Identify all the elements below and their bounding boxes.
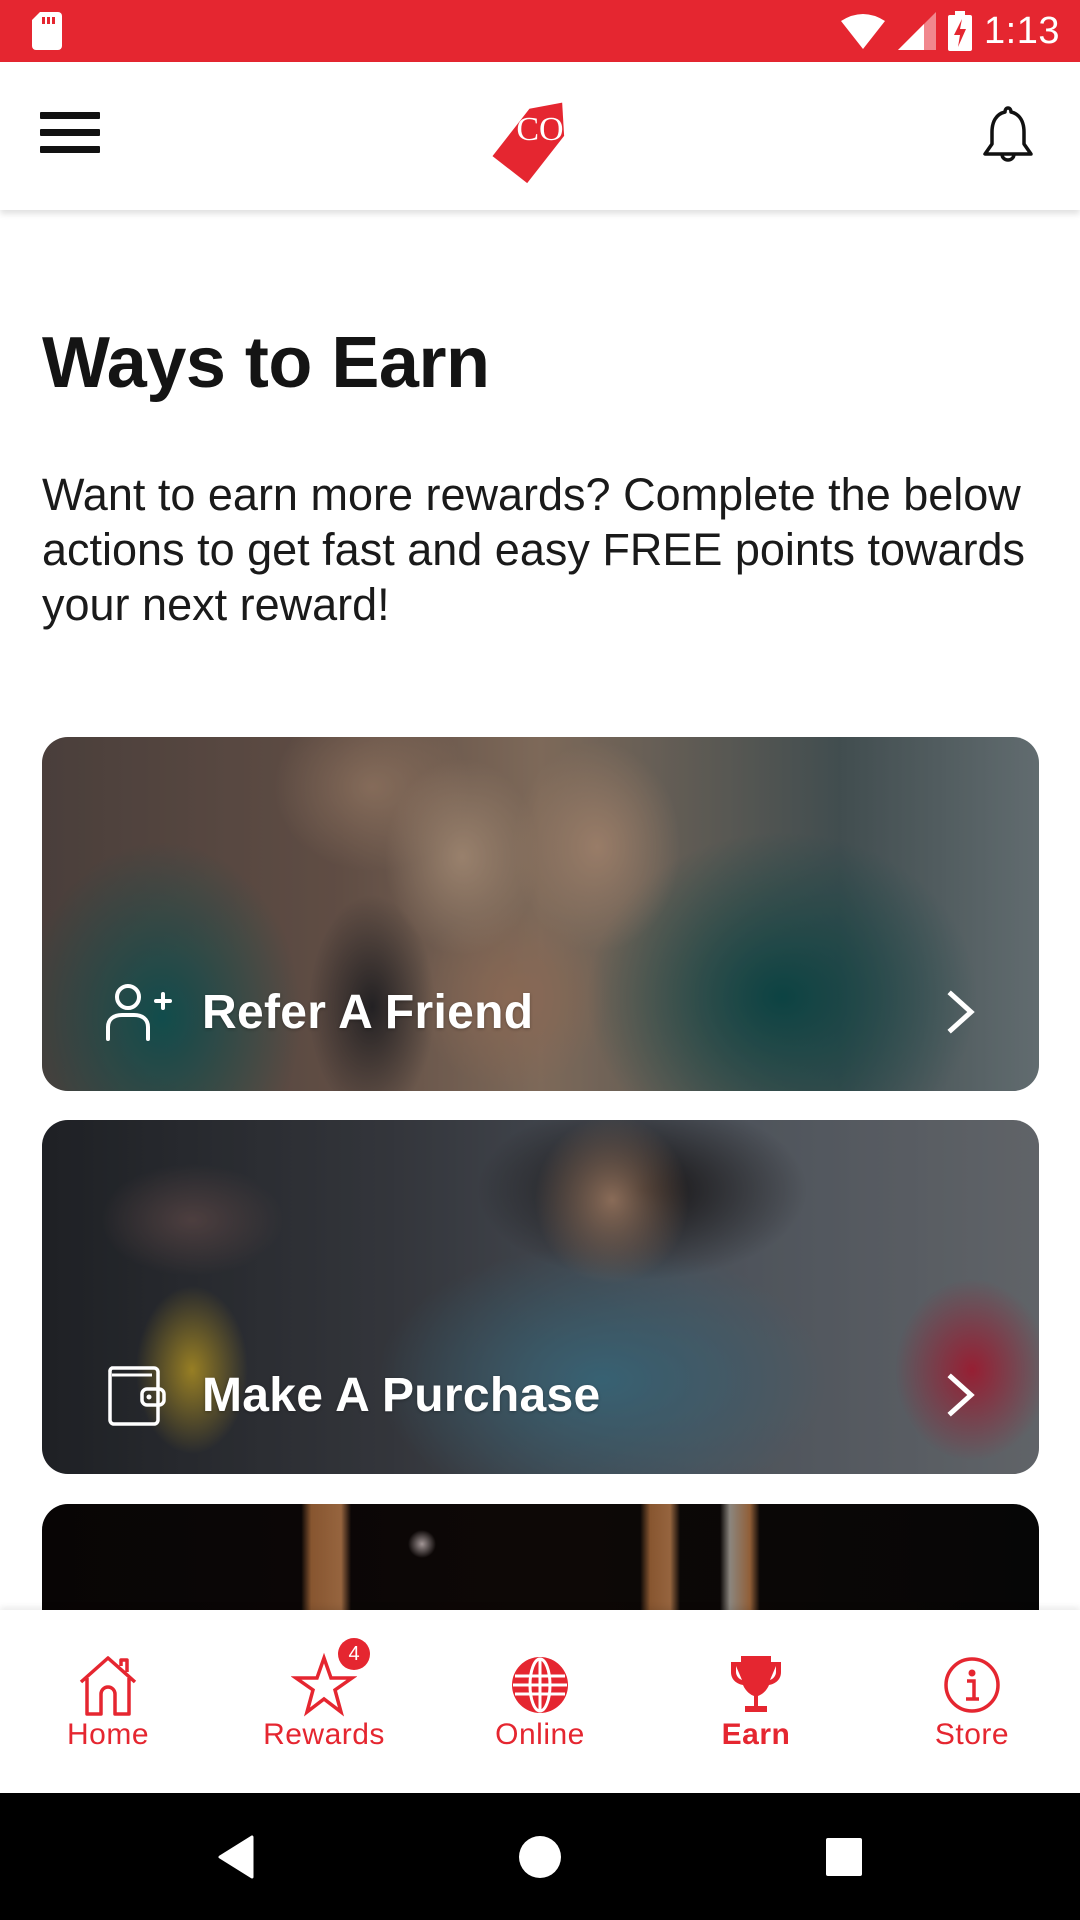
nav-label: Rewards (263, 1718, 385, 1751)
nav-rewards[interactable]: 4 Rewards (216, 1610, 432, 1793)
app-header: CO (0, 62, 1080, 210)
nav-label: Home (66, 1718, 150, 1751)
bell-icon[interactable] (980, 104, 1036, 168)
nav-label: Online (495, 1718, 585, 1751)
nav-label: Earn (721, 1718, 791, 1751)
nav-online[interactable]: Online (432, 1610, 648, 1793)
card-label: Refer A Friend (202, 985, 534, 1039)
chevron-right-icon (947, 990, 975, 1034)
status-bar: 1:13 (0, 0, 1080, 62)
bottom-nav: Home 4 Rewards Online Earn Store (0, 1610, 1080, 1793)
sd-card-icon (32, 12, 62, 50)
rewards-badge: 4 (338, 1638, 370, 1670)
brand-logo[interactable]: CO (490, 76, 590, 186)
cell-signal-icon (898, 12, 937, 50)
trophy-icon (731, 1656, 781, 1712)
make-a-purchase-card[interactable]: Make A Purchase (42, 1120, 1039, 1474)
hamburger-menu-icon[interactable] (40, 112, 104, 160)
nav-label: Store (934, 1718, 1010, 1751)
home-circle-icon[interactable] (516, 1833, 564, 1881)
nav-store[interactable]: Store (864, 1610, 1080, 1793)
page-title: Ways to Earn (42, 323, 490, 403)
add-user-icon (106, 984, 172, 1041)
logo-text: CO (516, 111, 563, 148)
wifi-icon (841, 14, 886, 49)
nav-earn[interactable]: Earn (648, 1610, 864, 1793)
nav-home[interactable]: Home (0, 1610, 216, 1793)
recents-icon[interactable] (820, 1833, 868, 1881)
system-nav-bar (0, 1793, 1080, 1920)
battery-charging-icon (948, 11, 973, 51)
back-icon[interactable] (212, 1833, 260, 1881)
refer-a-friend-card[interactable]: Refer A Friend (42, 737, 1039, 1091)
info-icon (944, 1657, 1000, 1713)
home-icon (79, 1656, 137, 1716)
intro-text: Want to earn more rewards? Complete the … (42, 469, 1026, 630)
chevron-right-icon (947, 1373, 975, 1417)
globe-icon (512, 1657, 568, 1713)
wallet-icon (108, 1366, 166, 1426)
clock: 1:13 (984, 9, 1060, 52)
card-label: Make A Purchase (202, 1368, 601, 1422)
